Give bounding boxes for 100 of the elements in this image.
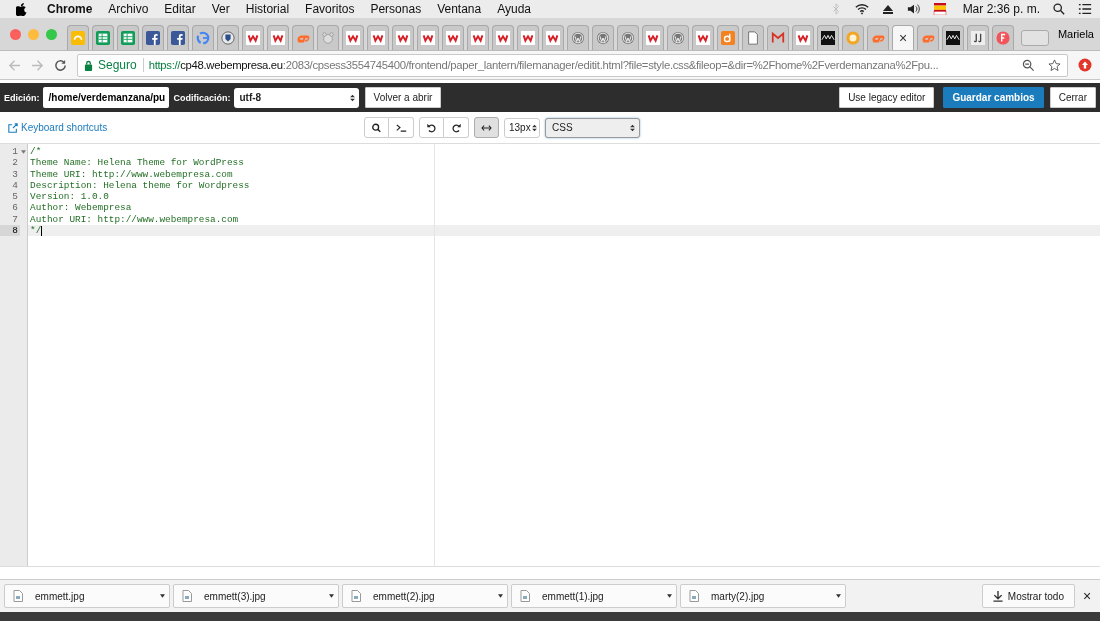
reopen-button[interactable]: Volver a abrir xyxy=(364,87,442,108)
wordpress-icon xyxy=(671,31,685,45)
browser-tab[interactable] xyxy=(342,25,364,50)
browser-tab[interactable] xyxy=(942,25,964,50)
encoding-label: Codificación: xyxy=(173,92,231,103)
save-button[interactable]: Guardar cambios xyxy=(943,87,1044,108)
file-icon xyxy=(182,590,192,602)
code-line: Version: 1.0.0 xyxy=(30,191,109,203)
browser-tab[interactable] xyxy=(367,25,389,50)
path-field[interactable]: /home/verdemanzana/pu xyxy=(42,87,169,108)
line-number: 4 xyxy=(11,179,19,192)
star-icon[interactable] xyxy=(1048,58,1061,72)
menu-item[interactable]: Ventana xyxy=(437,2,482,16)
apple-icon[interactable] xyxy=(16,2,27,16)
wordpress-icon xyxy=(571,31,585,45)
line-number: 7 xyxy=(11,213,19,226)
line-number: 5 xyxy=(11,191,19,203)
address-bar[interactable]: Seguro https://cp48.webempresa.eu:2083/cpsess3554745400/frontend/paper_lantern/filemanager/editit.html?file=style.css&fileop=&dir=%2Fhome%2Fverdemanzana%2Fpu... xyxy=(77,53,1068,77)
reload-icon[interactable] xyxy=(54,58,67,72)
browser-tab[interactable] xyxy=(242,25,264,50)
fold-icon[interactable] xyxy=(21,150,26,154)
download-item[interactable]: emmett(3).jpg xyxy=(173,584,339,608)
browser-tab[interactable] xyxy=(517,25,539,50)
terminal-button[interactable] xyxy=(389,117,414,138)
close-button[interactable]: Cerrar xyxy=(1049,87,1096,108)
zigzag-icon xyxy=(421,31,435,45)
caret-icon[interactable] xyxy=(667,594,672,598)
profile-name[interactable]: Mariela xyxy=(1053,28,1100,40)
volume-icon[interactable] xyxy=(906,3,921,15)
external-link-icon xyxy=(8,122,18,133)
zigzag-icon xyxy=(696,31,710,45)
eject-icon[interactable] xyxy=(880,3,895,15)
browser-tab[interactable] xyxy=(217,25,239,50)
download-item[interactable]: emmett(1).jpg xyxy=(511,584,677,608)
wifi-icon[interactable] xyxy=(854,3,869,15)
download-item[interactable]: emmett.jpg xyxy=(4,584,170,608)
menubar-clock[interactable]: Mar 2:36 p. m. xyxy=(962,2,1040,16)
wave-icon xyxy=(946,31,960,45)
menu-item[interactable]: Ver xyxy=(211,2,230,16)
crest-icon xyxy=(221,31,235,45)
line-number: 2 xyxy=(11,157,19,169)
menu-item[interactable]: Historial xyxy=(245,2,290,16)
flag-icon[interactable] xyxy=(932,3,947,15)
search-icon[interactable] xyxy=(1052,3,1066,15)
zigzag-icon xyxy=(496,31,510,45)
code-line: */ xyxy=(30,225,42,237)
mode-select[interactable]: CSS xyxy=(545,117,640,138)
file-icon xyxy=(689,590,699,602)
font-size-select[interactable]: 13px xyxy=(504,117,540,138)
text-cursor xyxy=(41,225,43,236)
browser-tab[interactable] xyxy=(392,25,414,50)
spreadsheet-icon xyxy=(96,31,110,45)
download-item[interactable]: emmett(2).jpg xyxy=(342,584,508,608)
caret-icon[interactable] xyxy=(498,594,503,598)
square-icon xyxy=(971,31,985,45)
menu-item[interactable]: Ayuda xyxy=(497,2,531,16)
menu-item[interactable]: Archivo xyxy=(108,2,149,16)
browser-tab[interactable] xyxy=(692,25,714,50)
browser-tab[interactable] xyxy=(492,25,514,50)
browser-tab[interactable]: × xyxy=(892,25,914,50)
menu-item[interactable]: Personas xyxy=(370,2,422,16)
browser-tab[interactable] xyxy=(267,25,289,50)
browser-tab[interactable] xyxy=(817,25,839,50)
menu-item[interactable]: Editar xyxy=(164,2,196,16)
zigzag-icon xyxy=(546,31,560,45)
encoding-select[interactable]: utf-8 xyxy=(233,87,359,108)
show-all-button[interactable]: Mostrar todo xyxy=(981,584,1075,608)
browser-tab[interactable] xyxy=(442,25,464,50)
browser-tab[interactable] xyxy=(967,25,989,50)
caret-icon[interactable] xyxy=(836,594,841,598)
search-button[interactable] xyxy=(364,117,389,138)
download-item[interactable]: marty(2).jpg xyxy=(680,584,846,608)
legacy-editor-button[interactable]: Use legacy editor xyxy=(839,87,935,108)
file-icon xyxy=(520,590,530,602)
caret-icon[interactable] xyxy=(160,594,165,598)
browser-tab[interactable] xyxy=(542,25,564,50)
app-menu[interactable]: Chrome xyxy=(47,2,93,16)
url-text: https://cp48.webempresa.eu:2083/cpsess3554745400/frontend/paper_lantern/filemanager/editit.html?file=style.css&fileop=&dir=%2Fhome%2Fverdemanzana%2Fpu... xyxy=(148,59,940,71)
zoom-icon[interactable] xyxy=(1022,58,1035,72)
close-downloads-button[interactable]: × xyxy=(1078,588,1096,604)
line-number: 3 xyxy=(11,168,19,180)
close-tab-button[interactable]: × xyxy=(898,30,908,46)
browser-tab[interactable] xyxy=(417,25,439,50)
menu-item[interactable]: Favoritos xyxy=(305,2,355,16)
caret-icon[interactable] xyxy=(329,594,334,598)
undo-button[interactable] xyxy=(419,117,444,138)
facebook-icon xyxy=(146,31,160,45)
browser-tab[interactable] xyxy=(142,25,164,50)
updown-arrows-icon xyxy=(349,93,355,102)
extension-icon[interactable] xyxy=(1078,58,1092,72)
browser-tab[interactable] xyxy=(642,25,664,50)
browser-tab[interactable] xyxy=(467,25,489,50)
browser-tab[interactable] xyxy=(792,25,814,50)
keyboard-shortcuts-link[interactable]: Keyboard shortcuts xyxy=(8,122,108,133)
redo-button[interactable] xyxy=(444,117,469,138)
search-icon xyxy=(371,122,382,133)
line-number: 1 xyxy=(11,146,19,158)
list-icon[interactable] xyxy=(1078,3,1092,15)
browser-tab[interactable] xyxy=(167,25,189,50)
wrap-toggle[interactable] xyxy=(474,117,499,138)
